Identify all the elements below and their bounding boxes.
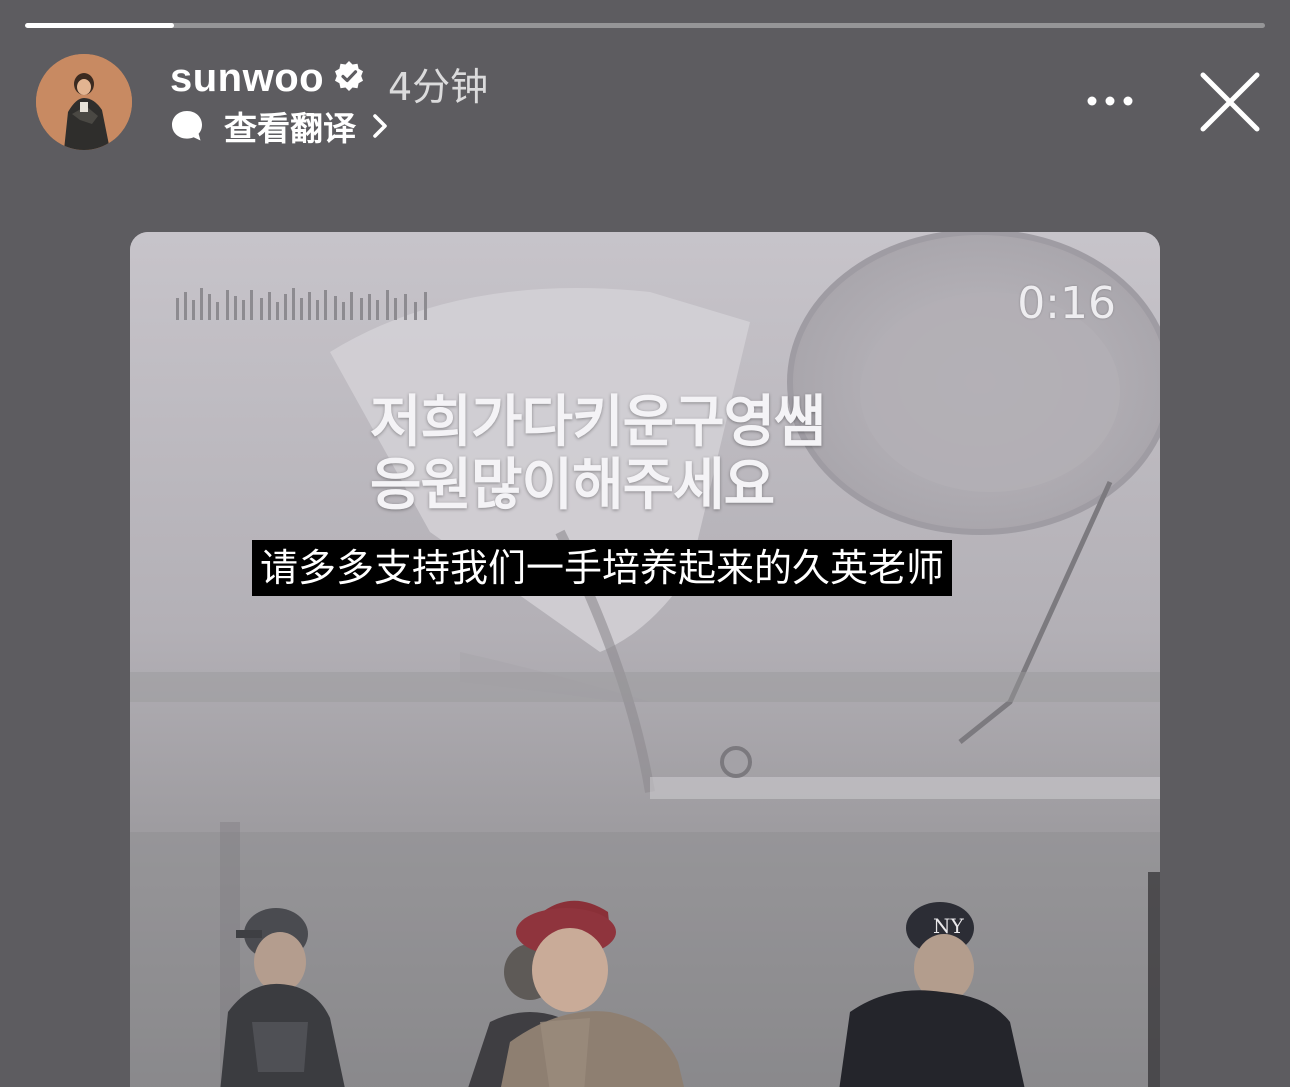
video-timestamp: 0:16: [1017, 278, 1116, 329]
korean-caption-line-2: 응원많이해주세요: [370, 453, 775, 518]
more-horizontal-icon: [1087, 96, 1097, 106]
post-time: 4分钟: [388, 65, 489, 109]
svg-text:NY: NY: [933, 914, 965, 938]
username[interactable]: sunwoo: [170, 56, 324, 101]
video-frame: NY: [130, 232, 1160, 1087]
story-viewer[interactable]: sunwoo 4分钟 查看翻译 NY 0:16 저희가다키운구영쌤 응원많이해주…: [0, 0, 1290, 1087]
shared-video-card[interactable]: NY 0:16 저희가다키운구영쌤 응원많이해주세요: [130, 232, 1160, 1087]
verified-badge-icon: [335, 61, 363, 91]
speech-bubble-icon: [172, 111, 202, 141]
translated-subtitle: 请多多支持我们一手培养起来的久英老师: [252, 540, 953, 596]
chevron-right-icon: [373, 114, 387, 138]
see-translation-label: 查看翻译: [224, 109, 356, 148]
avatar[interactable]: [36, 54, 132, 150]
close-icon[interactable]: [1198, 70, 1262, 134]
profile-photo: [36, 54, 132, 150]
audio-waveform-icon: [176, 288, 427, 320]
more-options-button[interactable]: [1080, 86, 1140, 116]
story-progress-bar: [25, 23, 1265, 28]
see-translation-link[interactable]: 查看翻译: [170, 104, 390, 148]
story-progress-fill: [25, 23, 174, 28]
